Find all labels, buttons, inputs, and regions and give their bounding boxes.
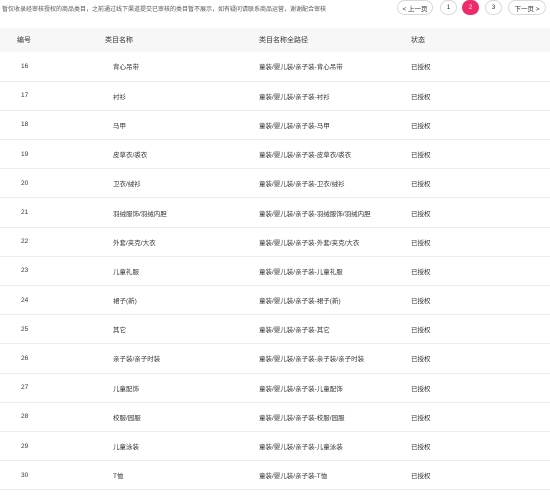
cell-status: 已授权 <box>411 239 431 247</box>
cell-id: 26 <box>21 354 29 362</box>
cell-path: 童装/婴儿装/亲子装-儿童配饰 <box>259 385 343 393</box>
cell-name: 外套/夹克/大衣 <box>113 239 156 247</box>
cell-id: 25 <box>21 325 29 333</box>
cell-id: 29 <box>21 442 29 450</box>
cell-id: 27 <box>21 384 29 392</box>
table-row: 26 亲子装/亲子时装 童装/婴儿装/亲子装-亲子装/亲子时装 已授权 <box>0 344 550 374</box>
cell-name: 儿童礼服 <box>113 268 139 276</box>
cell-name: 校服/园服 <box>113 414 141 422</box>
cell-status: 已授权 <box>411 64 431 72</box>
cell-status: 已授权 <box>411 385 431 393</box>
table-row: 30 T恤 童装/婴儿装/亲子装-T恤 已授权 <box>0 461 550 490</box>
cell-name: 裙子(新) <box>113 298 137 306</box>
prev-page-button[interactable]: < 上一页 <box>397 0 433 15</box>
cell-path: 童装/婴儿装/亲子装-卫衣/绒衫 <box>259 181 345 189</box>
cell-path: 童装/婴儿装/亲子装-外套/夹克/大衣 <box>259 239 360 247</box>
header-path: 类目名称全路径 <box>259 37 308 44</box>
cell-id: 24 <box>21 296 29 304</box>
cell-path: 童装/婴儿装/亲子装-马甲 <box>259 122 330 130</box>
page-3-button[interactable]: 3 <box>485 0 502 15</box>
cell-path: 童装/婴儿装/亲子装-其它 <box>259 327 330 335</box>
cell-name: 亲子装/亲子时装 <box>113 356 161 364</box>
cell-name: 皮草衣/裘衣 <box>113 152 148 160</box>
header-status: 状态 <box>411 37 425 44</box>
page-2-button[interactable]: 2 <box>462 0 479 15</box>
header-name: 类目名称 <box>105 37 133 44</box>
cell-path: 童装/婴儿装/亲子装-羽绒服饰/羽绒内胆 <box>259 210 371 218</box>
table-header-row: 编号 类目名称 类目名称全路径 状态 <box>0 28 550 52</box>
table-row: 23 儿童礼服 童装/婴儿装/亲子装-儿童礼服 已授权 <box>0 256 550 286</box>
table-row: 27 儿童配饰 童装/婴儿装/亲子装-儿童配饰 已授权 <box>0 373 550 403</box>
cell-id: 21 <box>21 209 29 217</box>
cell-name: T恤 <box>113 473 124 481</box>
cell-name: 儿童泳装 <box>113 444 139 452</box>
cell-status: 已授权 <box>411 210 431 218</box>
cell-path: 童装/婴儿装/亲子装-亲子装/亲子时装 <box>259 356 365 364</box>
cell-status: 已授权 <box>411 268 431 276</box>
table-row: 25 其它 童装/婴儿装/亲子装-其它 已授权 <box>0 315 550 344</box>
table-row: 21 羽绒服饰/羽绒内胆 童装/婴儿装/亲子装-羽绒服饰/羽绒内胆 已授权 <box>0 198 550 228</box>
cell-name: 衬衫 <box>113 93 126 101</box>
cell-name: 其它 <box>113 327 126 335</box>
table-body: 16 背心吊带 童装/婴儿装/亲子装-背心吊带 已授权 17 衬衫 童装/婴儿装/亲子装-… <box>0 52 550 490</box>
cell-id: 16 <box>21 62 29 70</box>
cell-path: 童装/婴儿装/亲子装-儿童泳装 <box>259 444 343 452</box>
cell-path: 童装/婴儿装/亲子装-背心吊带 <box>259 64 343 72</box>
table-row: 20 卫衣/绒衫 童装/婴儿装/亲子装-卫衣/绒衫 已授权 <box>0 169 550 198</box>
cell-id: 28 <box>21 413 29 421</box>
table-row: 19 皮草衣/裘衣 童装/婴儿装/亲子装-皮草衣/裘衣 已授权 <box>0 140 550 169</box>
cell-path: 童装/婴儿装/亲子装-T恤 <box>259 473 328 481</box>
cell-id: 22 <box>21 238 29 246</box>
cell-name: 羽绒服饰/羽绒内胆 <box>113 210 167 218</box>
cell-path: 童装/婴儿装/亲子装-校服/园服 <box>259 414 345 422</box>
table-row: 28 校服/园服 童装/婴儿装/亲子装-校服/园服 已授权 <box>0 402 550 432</box>
cell-path: 童装/婴儿装/亲子装-衬衫 <box>259 93 330 101</box>
cell-status: 已授权 <box>411 298 431 306</box>
cell-id: 23 <box>21 267 29 275</box>
next-page-button[interactable]: 下一页 > <box>508 0 546 15</box>
cell-status: 已授权 <box>411 444 431 452</box>
header-id: 编号 <box>17 37 31 44</box>
cell-id: 18 <box>21 121 29 129</box>
category-table: 编号 类目名称 类目名称全路径 状态 16 背心吊带 童装/婴儿装/亲子装-背心吊带… <box>0 28 550 490</box>
cell-id: 30 <box>21 471 29 479</box>
table-row: 17 衬衫 童装/婴儿装/亲子装-衬衫 已授权 <box>0 81 550 111</box>
cell-status: 已授权 <box>411 152 431 160</box>
page-1-button[interactable]: 1 <box>440 0 457 15</box>
table-row: 29 儿童泳装 童装/婴儿装/亲子装-儿童泳装 已授权 <box>0 431 550 461</box>
cell-status: 已授权 <box>411 327 431 335</box>
cell-status: 已授权 <box>411 93 431 101</box>
cell-name: 卫衣/绒衫 <box>113 181 141 189</box>
cell-path: 童装/婴儿装/亲子装-裙子(新) <box>259 298 341 306</box>
table-row: 22 外套/夹克/大衣 童装/婴儿装/亲子装-外套/夹克/大衣 已授权 <box>0 227 550 257</box>
cell-status: 已授权 <box>411 181 431 189</box>
table-row: 24 裙子(新) 童装/婴儿装/亲子装-裙子(新) 已授权 <box>0 286 550 315</box>
cell-name: 儿童配饰 <box>113 385 139 393</box>
cell-path: 童装/婴儿装/亲子装-儿童礼服 <box>259 268 343 276</box>
cell-status: 已授权 <box>411 356 431 364</box>
table-row: 16 背心吊带 童装/婴儿装/亲子装-背心吊带 已授权 <box>0 52 550 82</box>
cell-status: 已授权 <box>411 473 431 481</box>
cell-path: 童装/婴儿装/亲子装-皮草衣/裘衣 <box>259 152 352 160</box>
table-row: 18 马甲 童装/婴儿装/亲子装-马甲 已授权 <box>0 110 550 140</box>
cell-id: 20 <box>21 179 29 187</box>
cell-status: 已授权 <box>411 122 431 130</box>
cell-name: 马甲 <box>113 122 126 130</box>
cell-id: 17 <box>21 92 29 100</box>
cell-id: 19 <box>21 150 29 158</box>
cell-status: 已授权 <box>411 414 431 422</box>
cell-name: 背心吊带 <box>113 64 139 72</box>
